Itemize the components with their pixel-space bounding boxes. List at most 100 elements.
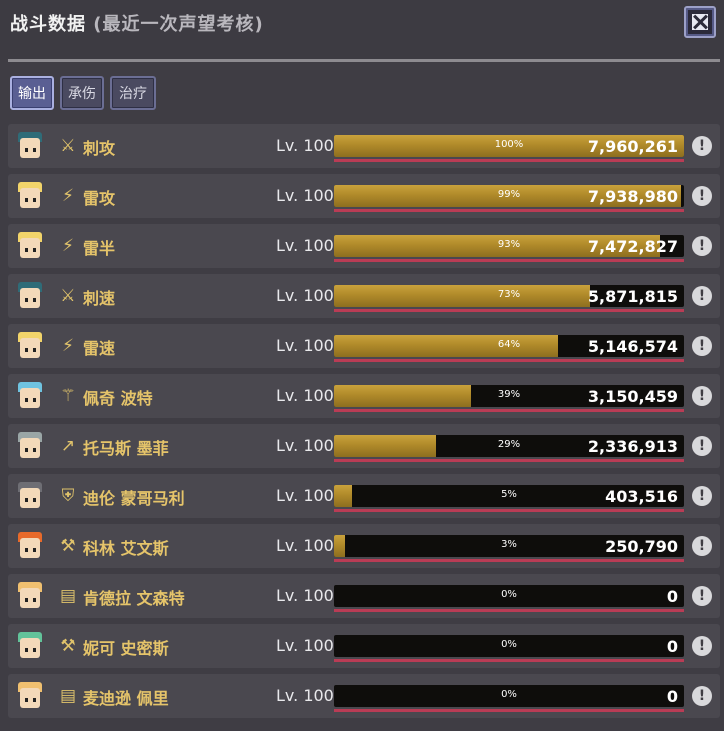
- damage-value: 250,790: [605, 537, 678, 556]
- combat-row: ⚡ 雷攻 Lv. 100 99% 7,938,980 !: [8, 174, 720, 218]
- avatar-eye: [25, 498, 28, 502]
- info-icon[interactable]: !: [692, 536, 712, 556]
- hero-avatar: [12, 478, 48, 514]
- avatar-face: [20, 188, 40, 208]
- hero-level: Lv. 100: [276, 336, 334, 355]
- avatar-face: [20, 138, 40, 158]
- avatar-eye: [25, 148, 28, 152]
- damage-value: 2,336,913: [587, 437, 678, 456]
- avatar-face: [20, 238, 40, 258]
- damage-bar: 39% 3,150,459: [334, 385, 684, 407]
- lightning-staff-icon: ⚡: [62, 336, 74, 356]
- avatar-eye: [33, 348, 36, 352]
- avatar-eye: [25, 398, 28, 402]
- damage-bar: 73% 5,871,815: [334, 285, 684, 307]
- window-title: 战斗数据 (最近一次声望考核): [10, 10, 264, 36]
- hero-avatar: [12, 428, 48, 464]
- close-button[interactable]: [684, 6, 716, 38]
- info-icon[interactable]: !: [692, 486, 712, 506]
- tab-healing[interactable]: 治疗: [110, 76, 156, 110]
- lightning-staff-icon: ⚡: [62, 186, 74, 206]
- close-icon: [692, 14, 708, 30]
- damage-value: 3,150,459: [587, 387, 678, 406]
- book-icon: ▤: [59, 686, 77, 706]
- avatar-eye: [33, 148, 36, 152]
- avatar-face: [20, 538, 40, 558]
- hero-name: 麦迪逊 佩里: [83, 689, 169, 708]
- spear-icon: ↗: [60, 436, 76, 456]
- avatar-face: [20, 588, 40, 608]
- hero-name: 佩奇 波特: [83, 389, 153, 408]
- info-icon[interactable]: !: [692, 436, 712, 456]
- hero-name: 妮可 史密斯: [83, 639, 169, 658]
- avatar-eye: [25, 198, 28, 202]
- bar-underline: [334, 609, 684, 612]
- hero-level: Lv. 100: [276, 286, 334, 305]
- info-icon[interactable]: !: [692, 686, 712, 706]
- lightning-staff-icon: ⚡: [62, 236, 74, 256]
- hero-avatar: [12, 128, 48, 164]
- combat-row: ⚒ 妮可 史密斯 Lv. 100 0% 0 !: [8, 624, 720, 668]
- info-icon[interactable]: !: [692, 236, 712, 256]
- hero-level: Lv. 100: [276, 386, 334, 405]
- hero-level: Lv. 100: [276, 486, 334, 505]
- info-icon[interactable]: !: [692, 186, 712, 206]
- avatar-eye: [33, 448, 36, 452]
- damage-bar: 29% 2,336,913: [334, 435, 684, 457]
- hero-name: 托马斯 墨菲: [83, 439, 169, 458]
- hero-level: Lv. 100: [276, 136, 334, 155]
- combat-row: ⚔ 刺速 Lv. 100 73% 5,871,815 !: [8, 274, 720, 318]
- window-header: 战斗数据 (最近一次声望考核): [0, 0, 724, 60]
- header-divider: [8, 59, 720, 62]
- bar-underline: [334, 209, 684, 212]
- damage-percent: 0%: [501, 589, 517, 600]
- avatar-face: [20, 338, 40, 358]
- hero-level: Lv. 100: [276, 536, 334, 555]
- bar-underline: [334, 159, 684, 162]
- info-icon[interactable]: !: [692, 386, 712, 406]
- combat-row: ⚒ 科林 艾文斯 Lv. 100 3% 250,790 !: [8, 524, 720, 568]
- damage-bar: 93% 7,472,827: [334, 235, 684, 257]
- tab-damage-taken[interactable]: 承伤: [60, 76, 104, 110]
- hero-name: 迪伦 蒙哥马利: [83, 489, 185, 508]
- hero-avatar: [12, 228, 48, 264]
- avatar-eye: [25, 448, 28, 452]
- bar-underline: [334, 409, 684, 412]
- hero-name: 雷攻: [83, 189, 116, 208]
- avatar-eye: [33, 598, 36, 602]
- avatar-eye: [33, 648, 36, 652]
- info-icon[interactable]: !: [692, 586, 712, 606]
- avatar-eye: [33, 198, 36, 202]
- hero-level: Lv. 100: [276, 636, 334, 655]
- damage-value: 0: [666, 637, 678, 656]
- hero-level: Lv. 100: [276, 186, 334, 205]
- combat-row: ⛨ 迪伦 蒙哥马利 Lv. 100 5% 403,516 !: [8, 474, 720, 518]
- combat-row: ⚡ 雷速 Lv. 100 64% 5,146,574 !: [8, 324, 720, 368]
- avatar-eye: [25, 598, 28, 602]
- bar-underline: [334, 309, 684, 312]
- damage-value: 403,516: [605, 487, 678, 506]
- damage-bar: 99% 7,938,980: [334, 185, 684, 207]
- bar-underline: [334, 509, 684, 512]
- hero-name: 科林 艾文斯: [83, 539, 169, 558]
- hero-name: 雷速: [83, 339, 116, 358]
- title-subtitle: (最近一次声望考核): [93, 14, 264, 35]
- hero-avatar: [12, 578, 48, 614]
- info-icon[interactable]: !: [692, 136, 712, 156]
- tab-output[interactable]: 输出: [10, 76, 54, 110]
- avatar-eye: [25, 548, 28, 552]
- avatar-eye: [25, 348, 28, 352]
- bar-underline: [334, 709, 684, 712]
- staff-icon: ⚚: [60, 386, 76, 406]
- combat-row: ▤ 肯德拉 文森特 Lv. 100 0% 0 !: [8, 574, 720, 618]
- avatar-eye: [33, 398, 36, 402]
- info-icon[interactable]: !: [692, 636, 712, 656]
- combat-row: ↗ 托马斯 墨菲 Lv. 100 29% 2,336,913 !: [8, 424, 720, 468]
- info-icon[interactable]: !: [692, 286, 712, 306]
- avatar-face: [20, 388, 40, 408]
- damage-value: 0: [666, 587, 678, 606]
- hero-avatar: [12, 628, 48, 664]
- damage-value: 7,938,980: [587, 187, 678, 206]
- hammer-icon: ⚒: [60, 536, 76, 556]
- info-icon[interactable]: !: [692, 336, 712, 356]
